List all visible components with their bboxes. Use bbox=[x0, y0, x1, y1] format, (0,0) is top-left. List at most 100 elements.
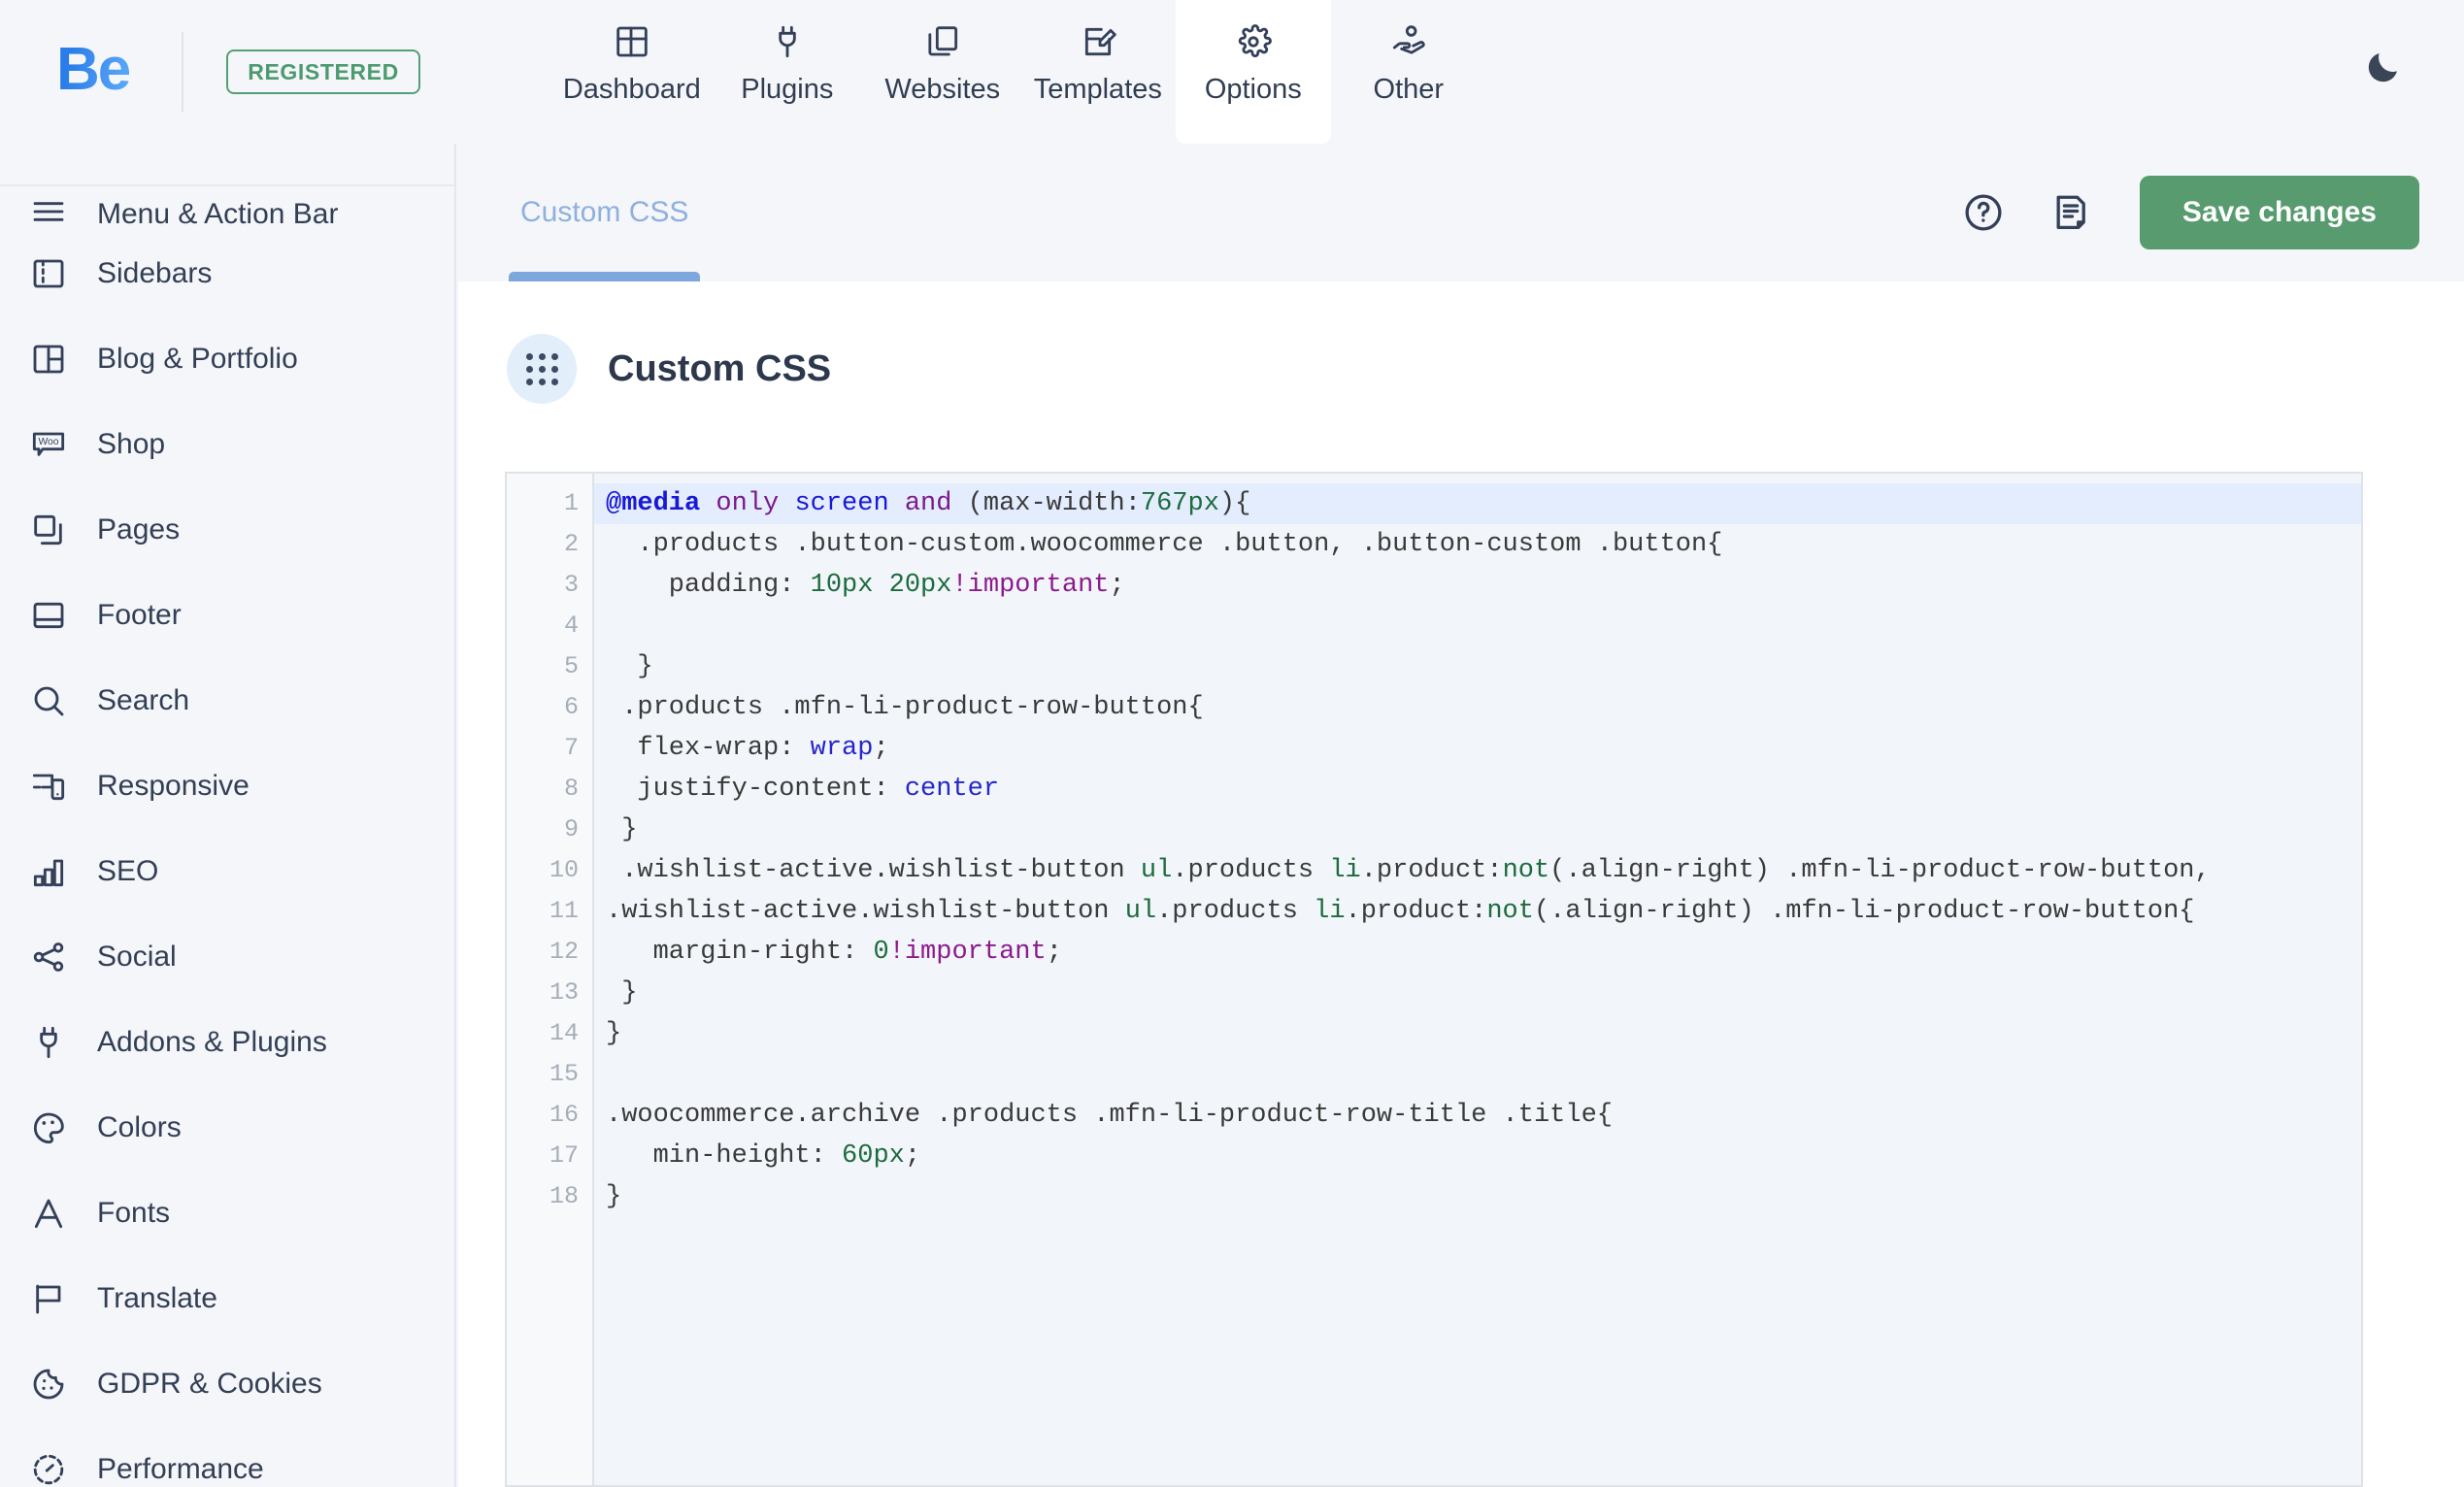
document-notes-icon bbox=[2056, 195, 2085, 230]
sidebar-item-shop[interactable]: Woo Shop bbox=[0, 402, 454, 487]
sidebar-item-colors[interactable]: Colors bbox=[0, 1085, 454, 1171]
code-line[interactable]: .products .mfn-li-product-row-button{ bbox=[594, 687, 2361, 728]
sidebar-item-label: Colors bbox=[97, 1111, 182, 1143]
tab-bar: Custom CSS Save changes bbox=[458, 144, 2464, 281]
code-token: (max-width: bbox=[951, 489, 1141, 518]
panel-header: Custom CSS bbox=[458, 281, 2464, 404]
search-icon bbox=[29, 681, 85, 720]
sidebar-item-blog-portfolio[interactable]: Blog & Portfolio bbox=[0, 316, 454, 402]
code-token: } bbox=[606, 1182, 622, 1211]
dark-mode-toggle[interactable] bbox=[2363, 47, 2404, 92]
sidebar-item-label: Shop bbox=[97, 428, 166, 460]
code-line[interactable]: margin-right: 0!important; bbox=[594, 932, 2361, 973]
gear-icon bbox=[1234, 14, 1273, 70]
sidebar-item-label: Menu & Action Bar bbox=[97, 198, 339, 230]
drag-handle[interactable] bbox=[507, 334, 577, 404]
nav-item-options[interactable]: Options bbox=[1175, 0, 1331, 144]
line-number: 2 bbox=[563, 530, 579, 558]
nav-item-websites[interactable]: Websites bbox=[865, 0, 1020, 144]
css-code-editor[interactable]: 1 2 3 4 5 6 7 8 9 10 11 12 13 14 15 16 17 18 @media only … bbox=[505, 472, 2363, 1487]
code-line[interactable]: .products .button-custom.woocommerce .bu… bbox=[594, 524, 2361, 565]
moon-icon bbox=[2368, 53, 2397, 83]
sidebar[interactable]: Menu & Action Bar Sidebars Blog & Portfoli… bbox=[0, 144, 456, 1487]
panel-title: Custom CSS bbox=[608, 347, 832, 389]
line-number: 18 bbox=[549, 1182, 579, 1210]
line-number: 13 bbox=[549, 978, 579, 1007]
code-line[interactable]: min-height: 60px; bbox=[594, 1136, 2361, 1176]
dots-grid-icon bbox=[525, 352, 558, 385]
sidebar-item-footer[interactable]: Footer bbox=[0, 573, 454, 658]
responsive-icon bbox=[29, 767, 85, 806]
code-token: .product: bbox=[1345, 897, 1487, 926]
sidebar-item-gdpr-cookies[interactable]: GDPR & Cookies bbox=[0, 1341, 454, 1427]
editor-code-area[interactable]: @media only screen and (max-width:767px)… bbox=[594, 474, 2361, 1485]
line-number: 4 bbox=[563, 611, 579, 640]
sidebar-item-label: Responsive bbox=[97, 770, 250, 802]
line-number: 5 bbox=[563, 652, 579, 680]
sidebar-item-addons-plugins[interactable]: Addons & Plugins bbox=[0, 1000, 454, 1085]
code-token: ; bbox=[1109, 571, 1125, 600]
code-token: !important bbox=[888, 938, 1047, 967]
code-token: ; bbox=[873, 734, 889, 763]
sidebar-item-performance[interactable]: Performance bbox=[0, 1427, 454, 1487]
code-line[interactable]: .wishlist-active.wishlist-button ul.prod… bbox=[594, 850, 2361, 891]
code-line[interactable]: .wishlist-active.wishlist-button ul.prod… bbox=[594, 891, 2361, 932]
code-line[interactable]: justify-content: center bbox=[594, 769, 2361, 810]
sidebar-item-menu-action-bar[interactable]: Menu & Action Bar bbox=[0, 186, 454, 231]
sidebar-item-fonts[interactable]: Fonts bbox=[0, 1171, 454, 1256]
sidebar-item-translate[interactable]: Translate bbox=[0, 1256, 454, 1341]
nav-item-label: Options bbox=[1204, 74, 1302, 105]
code-token: not bbox=[1486, 897, 1534, 926]
notes-button[interactable] bbox=[2027, 169, 2114, 256]
save-changes-button[interactable]: Save changes bbox=[2139, 176, 2419, 249]
code-line[interactable]: } bbox=[594, 1013, 2361, 1054]
sidebar-item-pages[interactable]: Pages bbox=[0, 487, 454, 573]
sidebar-list: Menu & Action Bar Sidebars Blog & Portfoli… bbox=[0, 186, 454, 1487]
code-token: wrap bbox=[810, 734, 874, 763]
hamburger-icon bbox=[29, 192, 85, 231]
code-line[interactable]: } bbox=[594, 646, 2361, 687]
code-line[interactable]: flex-wrap: wrap; bbox=[594, 728, 2361, 769]
code-token: flex-wrap: bbox=[606, 734, 811, 763]
sidebar-item-label: GDPR & Cookies bbox=[97, 1368, 322, 1400]
layout-columns-icon bbox=[29, 340, 85, 379]
tab-custom-css[interactable]: Custom CSS bbox=[508, 144, 701, 281]
code-line[interactable]: .woocommerce.archive .products .mfn-li-p… bbox=[594, 1095, 2361, 1136]
code-line[interactable]: @media only screen and (max-width:767px)… bbox=[594, 483, 2361, 524]
line-number: 14 bbox=[549, 1019, 579, 1047]
editor-gutter: 1 2 3 4 5 6 7 8 9 10 11 12 13 14 15 16 17 18 bbox=[507, 474, 594, 1485]
code-token: } bbox=[606, 652, 653, 681]
sidebar-item-search[interactable]: Search bbox=[0, 658, 454, 744]
palette-icon bbox=[29, 1108, 85, 1147]
code-token: @media bbox=[606, 489, 701, 518]
be-logo[interactable]: Be bbox=[56, 40, 131, 100]
nav-item-label: Templates bbox=[1033, 74, 1162, 105]
nav-item-plugins[interactable]: Plugins bbox=[710, 0, 865, 144]
share-icon bbox=[29, 938, 85, 976]
nav-item-dashboard[interactable]: Dashboard bbox=[554, 0, 710, 144]
code-line[interactable]: padding: 10px 20px!important; bbox=[594, 565, 2361, 606]
sidebar-item-responsive[interactable]: Responsive bbox=[0, 744, 454, 829]
code-line[interactable] bbox=[594, 606, 2361, 646]
hand-user-icon bbox=[1389, 14, 1428, 70]
nav-item-other[interactable]: Other bbox=[1331, 0, 1486, 144]
sidebar-item-label: Search bbox=[97, 684, 190, 716]
code-token: } bbox=[606, 815, 638, 844]
code-token: !important bbox=[951, 571, 1110, 600]
code-token: and bbox=[904, 489, 952, 518]
sidebar-item-sidebars[interactable]: Sidebars bbox=[0, 231, 454, 316]
code-line[interactable]: } bbox=[594, 810, 2361, 850]
nav-item-templates[interactable]: Templates bbox=[1020, 0, 1176, 144]
code-token: .products bbox=[1172, 856, 1330, 885]
line-number: 3 bbox=[563, 571, 579, 599]
code-line[interactable]: } bbox=[594, 1176, 2361, 1217]
help-button[interactable] bbox=[1940, 169, 2027, 256]
gauge-icon bbox=[29, 1450, 85, 1487]
sidebar-item-social[interactable]: Social bbox=[0, 914, 454, 1000]
sidebar-item-seo[interactable]: SEO bbox=[0, 829, 454, 914]
code-line[interactable] bbox=[594, 1054, 2361, 1095]
custom-css-panel: Custom CSS 1 2 3 4 5 6 7 8 9 10 11 12 13 14 15 16 17 18 @… bbox=[458, 281, 2464, 1487]
code-token: ul bbox=[1140, 856, 1173, 885]
code-line[interactable]: } bbox=[594, 973, 2361, 1013]
